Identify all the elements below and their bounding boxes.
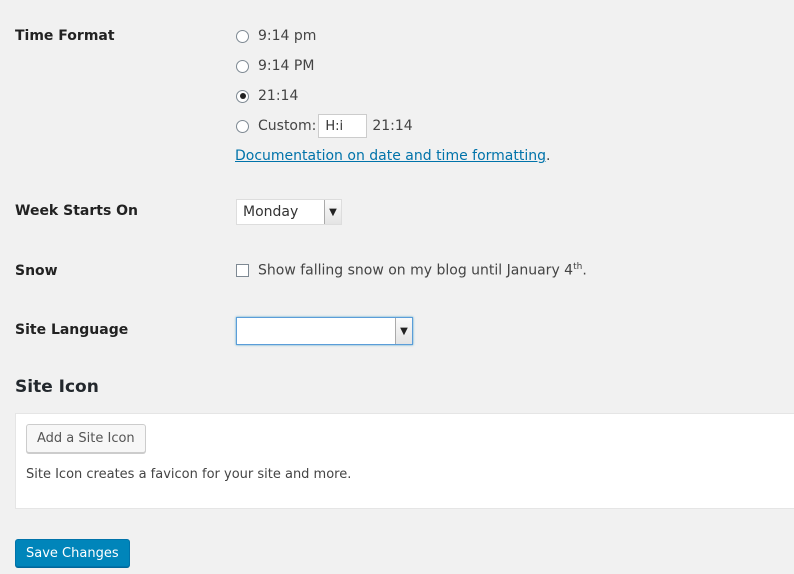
radio-button[interactable]	[236, 59, 249, 73]
documentation-link[interactable]: Documentation on date and time formattin…	[235, 148, 546, 164]
snow-option[interactable]: Show falling snow on my blog until Janua…	[236, 262, 587, 279]
time-format-option-2[interactable]: 9:14 PM	[236, 56, 314, 76]
site-language-select[interactable]: ▼	[236, 317, 413, 345]
custom-time-preview: 21:14	[372, 118, 413, 134]
snow-checkbox[interactable]	[236, 263, 249, 277]
week-starts-on-select[interactable]: Monday ▼	[236, 199, 342, 225]
time-format-option-1[interactable]: 9:14 pm	[236, 26, 316, 46]
site-icon-description: Site Icon creates a favicon for your sit…	[26, 467, 352, 482]
radio-label: 21:14	[258, 88, 299, 104]
chevron-down-icon[interactable]: ▼	[324, 200, 341, 224]
site-language-label: Site Language	[15, 322, 129, 338]
time-format-label: Time Format	[15, 28, 115, 44]
custom-time-format-input[interactable]: H:i	[318, 114, 368, 138]
radio-label: 9:14 pm	[258, 28, 317, 44]
doc-link-line: Documentation on date and time formattin…	[235, 148, 550, 164]
radio-button[interactable]	[236, 29, 249, 43]
save-changes-button[interactable]: Save Changes	[15, 539, 130, 567]
snow-label: Snow	[15, 263, 58, 279]
chevron-down-icon[interactable]: ▼	[395, 318, 412, 344]
radio-label: Custom:	[258, 118, 317, 134]
radio-button-checked[interactable]	[236, 89, 249, 103]
doc-link-suffix: .	[546, 148, 551, 164]
time-format-option-3[interactable]: 21:14	[236, 86, 298, 106]
settings-page: Time Format 9:14 pm 9:14 PM 21:14 Custom…	[0, 0, 794, 574]
select-value: Monday	[243, 204, 299, 220]
site-icon-panel: Add a Site Icon Site Icon creates a favi…	[15, 413, 794, 509]
site-icon-heading: Site Icon	[15, 377, 99, 397]
snow-checkbox-label: Show falling snow on my blog until Janua…	[258, 262, 587, 279]
week-starts-on-label: Week Starts On	[15, 203, 139, 219]
radio-button[interactable]	[236, 119, 249, 133]
time-format-option-custom[interactable]: Custom: H:i 21:14	[236, 114, 413, 138]
radio-label: 9:14 PM	[258, 58, 315, 74]
add-site-icon-button[interactable]: Add a Site Icon	[26, 424, 146, 453]
